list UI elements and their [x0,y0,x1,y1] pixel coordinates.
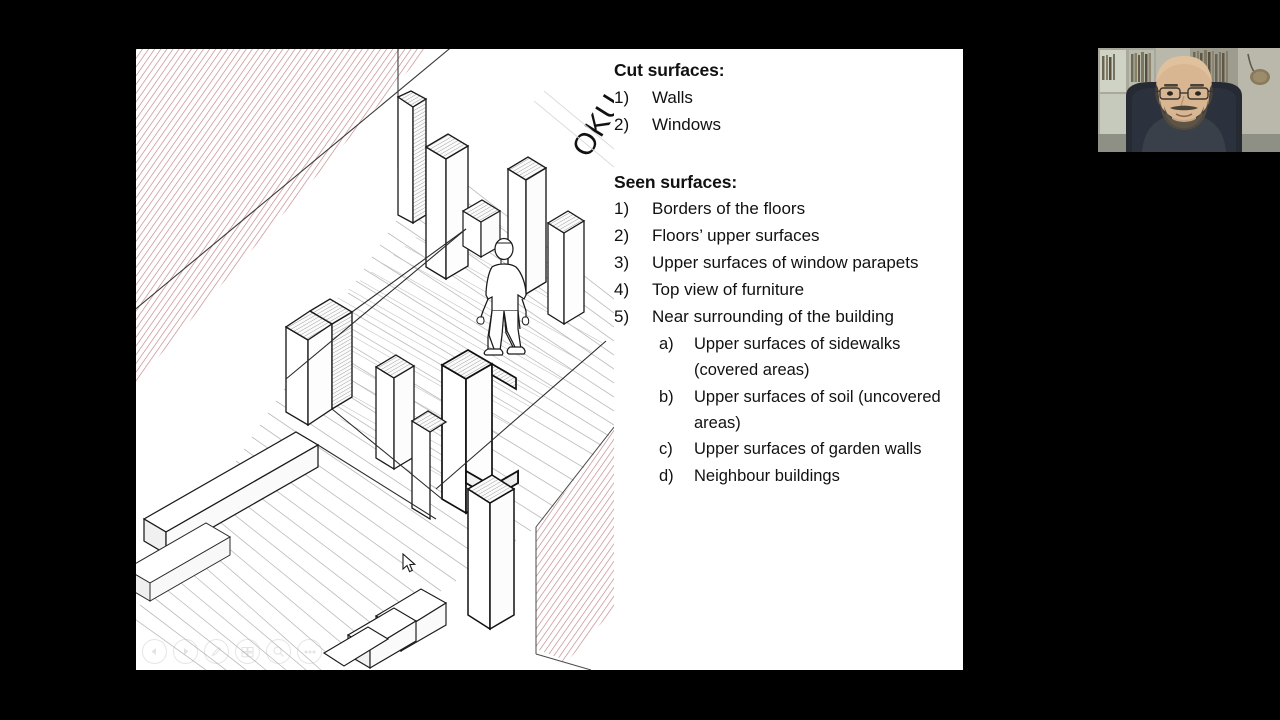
chevron-left-icon [150,647,159,656]
list-text: Floors’ upper surfaces [652,226,820,246]
list-text: Upper surfaces of window parapets [652,253,919,273]
slide-text-content: Cut surfaces: 1) Walls 2) Windows Seen s… [614,49,963,670]
list-item: 2) Floors’ upper surfaces [614,223,963,250]
wall-pillar-right [466,474,516,631]
drawing-rotated-label: OKU [566,89,614,163]
list-text: Borders of the floors [652,199,806,219]
sublist-item: c) Upper surfaces of garden walls [659,436,963,462]
sublist-text: Neighbour buildings [694,466,840,485]
furniture-stairs [322,588,448,670]
sublist-marker: d) [659,466,674,485]
wall-far-right [546,210,586,326]
list-marker: 2) [614,114,630,134]
list-text: Windows [652,114,721,134]
ellipsis-icon [303,649,317,655]
list-marker: 1) [614,87,630,107]
seen-surfaces-heading: Seen surfaces: [614,171,738,192]
wall-inner-slab [374,354,416,471]
sublist-item: a) Upper surfaces of sidewalks (covered … [659,331,963,384]
next-slide-button[interactable] [173,639,198,664]
sublist-text: Upper surfaces of soil (uncovered areas) [694,387,941,432]
presenter-toolbar[interactable] [142,639,322,664]
pen-icon [210,645,223,658]
seen-surfaces-sublist-wrap: a) Upper surfaces of sidewalks (covered … [659,331,963,489]
list-item: 5) Near surrounding of the building [614,304,963,331]
garden-wall-low [142,431,320,556]
isometric-architectural-drawing: OKU [136,49,614,670]
list-marker: 3) [614,253,630,273]
list-marker: 4) [614,280,630,300]
zoom-in-slide-button[interactable] [266,639,291,664]
sublist-marker: c) [659,440,673,459]
list-marker: 2) [614,226,630,246]
list-item: 3) Upper surfaces of window parapets [614,250,963,277]
sublist-marker: b) [659,387,674,406]
list-marker: 1) [614,199,630,219]
sublist-marker: a) [659,334,674,353]
seen-surfaces-sublist: a) Upper surfaces of sidewalks (covered … [659,331,963,489]
list-text: Near surrounding of the building [652,306,894,326]
list-marker: 5) [614,306,630,326]
list-item: 4) Top view of furniture [614,277,963,304]
presenter-webcam-video[interactable] [1098,48,1280,152]
presentation-screen: OKU Cut surfaces: 1) Walls 2) Windows Se… [0,0,1280,720]
cut-surfaces-heading: Cut surfaces: [614,60,725,80]
wall-left-tall [396,90,428,225]
sublist-text: Upper surfaces of sidewalks (covered are… [694,334,901,380]
list-item: 1) Borders of the floors [614,196,963,223]
list-text: Top view of furniture [652,280,805,300]
sublist-item: d) Neighbour buildings [659,463,963,489]
list-item: 1) Walls [614,85,963,112]
sublist-item: b) Upper surfaces of soil (uncovered are… [659,384,963,437]
sublist-text: Upper surfaces of garden walls [694,440,922,459]
cut-surfaces-list: 1) Walls 2) Windows [614,85,963,139]
slide-grid-button[interactable] [235,639,260,664]
chevron-right-icon [181,647,190,656]
slide-canvas: OKU Cut surfaces: 1) Walls 2) Windows Se… [136,49,963,670]
previous-slide-button[interactable] [142,639,167,664]
magnifier-icon [272,645,285,658]
svg-text:OKU: OKU [566,89,614,163]
list-text: Walls [652,87,693,107]
seen-surfaces-list: 1) Borders of the floors 2) Floors’ uppe… [614,196,963,330]
pen-tools-button[interactable] [204,639,229,664]
more-options-button[interactable] [297,639,322,664]
list-item: 2) Windows [614,112,963,139]
grid-icon [241,646,254,658]
